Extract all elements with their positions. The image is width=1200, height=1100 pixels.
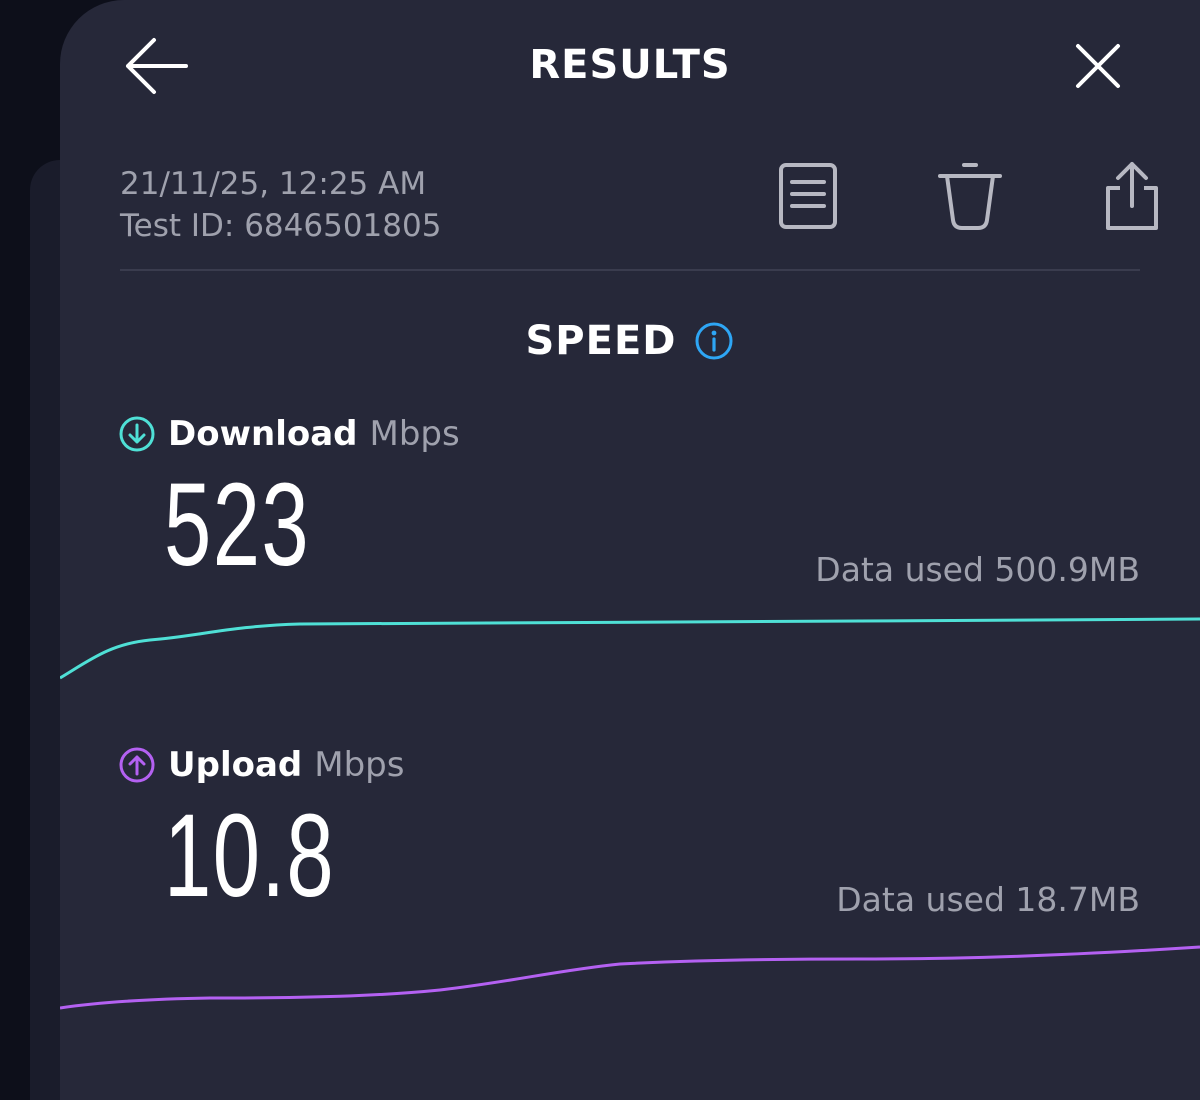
download-speed-value: 523 bbox=[164, 459, 311, 591]
test-id: Test ID: 6846501805 bbox=[120, 208, 442, 244]
download-speed-graph bbox=[60, 617, 1200, 680]
page-title: RESULTS bbox=[529, 42, 731, 88]
test-meta: 21/11/25, 12:25 AM Test ID: 6846501805 bbox=[120, 163, 441, 247]
download-title: Download bbox=[168, 414, 358, 454]
share-icon bbox=[1106, 162, 1158, 230]
test-datetime: 21/11/25, 12:25 AM bbox=[120, 166, 427, 202]
upload-graph-line bbox=[60, 945, 1200, 1010]
upload-speed-value: 10.8 bbox=[164, 790, 336, 922]
download-data-used: Data used 500.9MB bbox=[815, 550, 1140, 589]
close-button[interactable] bbox=[1066, 34, 1130, 98]
info-icon[interactable] bbox=[694, 321, 734, 361]
section-title: SPEED bbox=[525, 318, 677, 364]
download-arrow-icon bbox=[119, 416, 155, 452]
delete-button[interactable] bbox=[930, 158, 1010, 238]
document-icon bbox=[779, 163, 837, 229]
trash-icon bbox=[938, 163, 1002, 230]
upload-title: Upload bbox=[168, 745, 303, 785]
speed-section-header: SPEED bbox=[60, 318, 1200, 364]
download-label: Download Mbps bbox=[118, 414, 460, 454]
results-sheet: RESULTS 21/11/25, 12:25 AM Test ID: 6846… bbox=[60, 0, 1200, 1100]
upload-speed-graph bbox=[60, 945, 1200, 1010]
upload-data-used: Data used 18.7MB bbox=[836, 880, 1140, 919]
share-button[interactable] bbox=[1092, 158, 1172, 238]
upload-label: Upload Mbps bbox=[118, 745, 404, 785]
details-button[interactable] bbox=[768, 158, 848, 238]
upload-arrow-icon bbox=[119, 747, 155, 783]
upload-unit: Mbps bbox=[314, 745, 405, 785]
close-icon bbox=[1076, 44, 1120, 88]
download-graph-line bbox=[60, 617, 1200, 680]
divider bbox=[120, 269, 1140, 271]
download-unit: Mbps bbox=[369, 414, 460, 454]
